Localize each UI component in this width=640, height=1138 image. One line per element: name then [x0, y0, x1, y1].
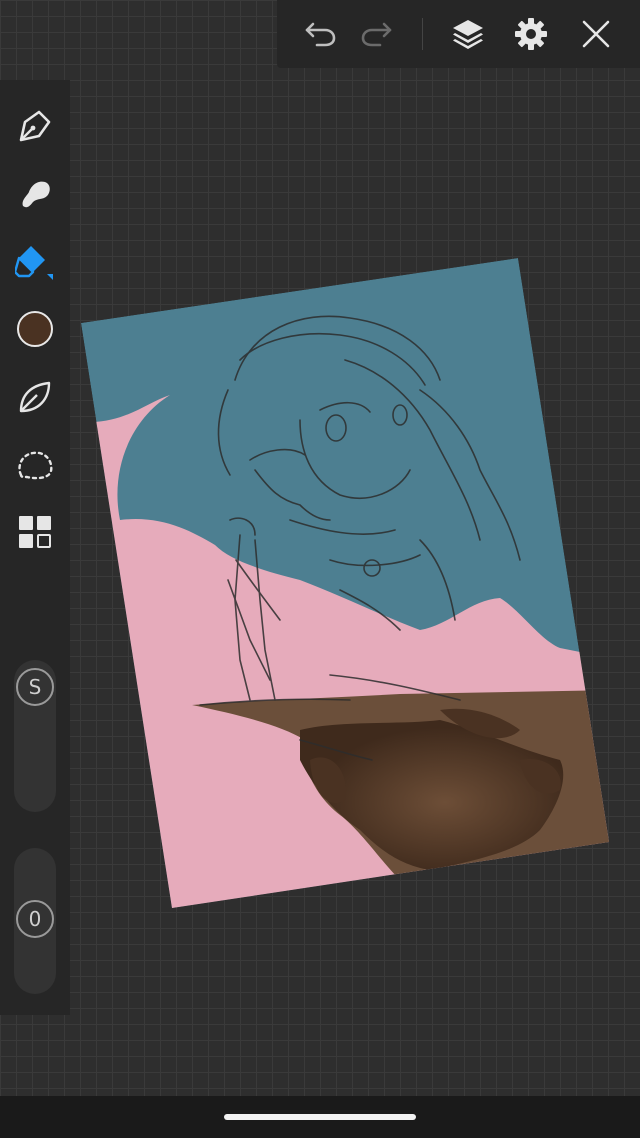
layers-icon [453, 20, 483, 49]
leaf-icon [19, 381, 51, 413]
brush-size-label: S [28, 675, 42, 699]
tool-smudge[interactable] [11, 170, 59, 218]
settings-button[interactable] [511, 14, 551, 54]
undo-button[interactable] [300, 14, 340, 54]
smudge-icon [22, 181, 50, 208]
close-icon [582, 20, 610, 48]
tool-sidebar: S 0 [0, 80, 70, 1015]
opacity-knob[interactable]: 0 [16, 900, 54, 938]
layers-button[interactable] [448, 14, 488, 54]
eraser-icon [15, 246, 53, 280]
tool-brush-library[interactable] [11, 373, 59, 421]
opacity-slider[interactable]: 0 [14, 848, 56, 994]
gear-icon [515, 18, 547, 50]
top-toolbar [277, 0, 640, 68]
home-indicator[interactable] [224, 1114, 416, 1120]
tool-lasso[interactable] [11, 441, 59, 489]
lasso-icon [18, 451, 53, 480]
brush-size-knob[interactable]: S [16, 668, 54, 706]
opacity-label: 0 [28, 907, 42, 931]
redo-icon [361, 22, 392, 47]
redo-button[interactable] [357, 14, 397, 54]
close-button[interactable] [576, 14, 616, 54]
tool-layers-grid[interactable] [11, 508, 59, 556]
undo-icon [305, 22, 336, 47]
tool-color[interactable] [11, 305, 59, 353]
pen-nib-icon [19, 110, 51, 142]
brush-size-slider[interactable]: S [14, 660, 56, 812]
grid-icon [19, 516, 51, 548]
bottom-bar [0, 1096, 640, 1138]
tool-eraser[interactable] [11, 238, 59, 286]
tool-pen[interactable] [11, 102, 59, 150]
toolbar-divider [422, 18, 423, 50]
drawing-canvas[interactable] [0, 0, 640, 1138]
color-swatch [17, 311, 53, 347]
